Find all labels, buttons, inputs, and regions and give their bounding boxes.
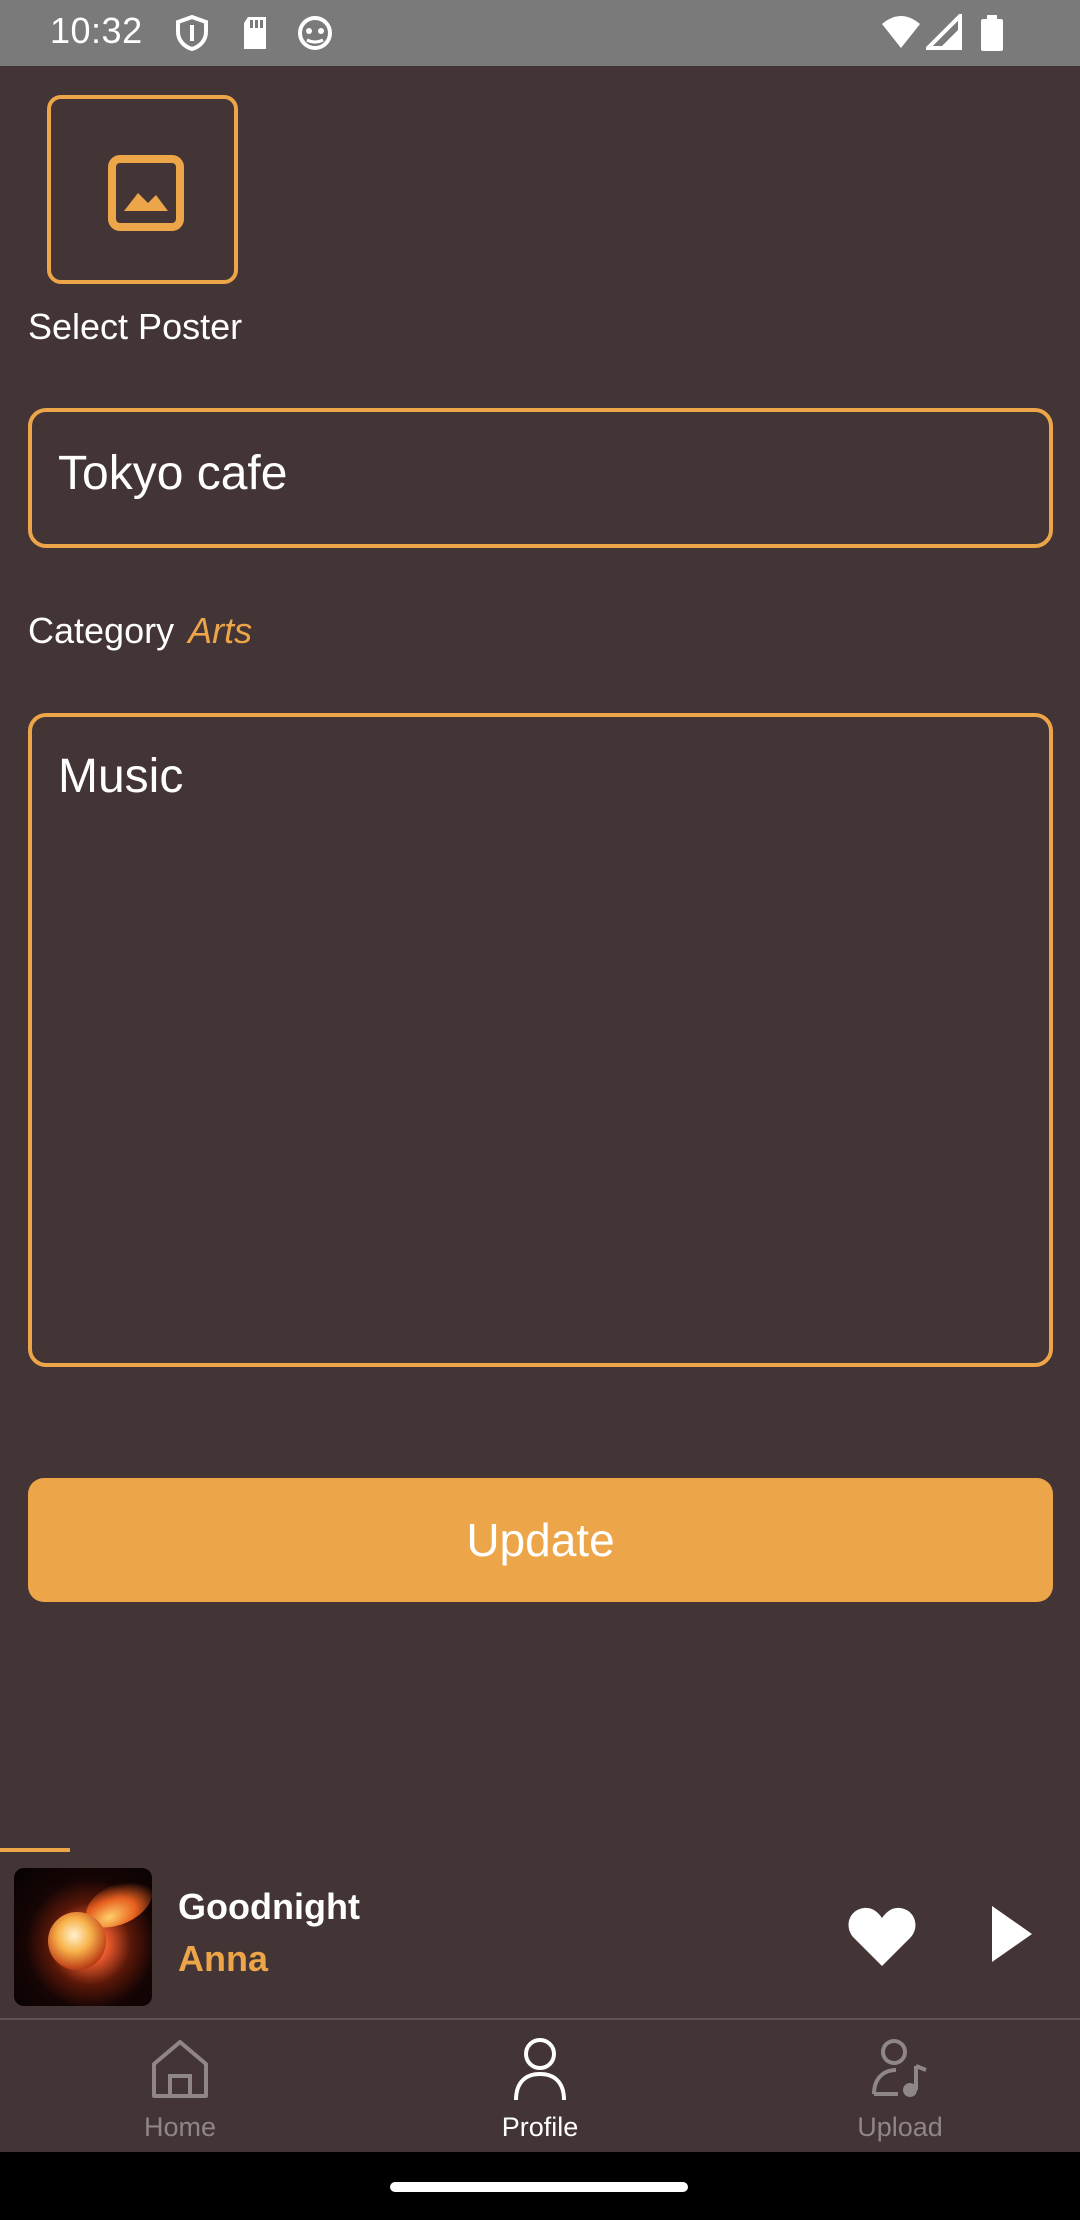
android-debug-icon	[296, 14, 334, 57]
nav-label-upload: Upload	[857, 2112, 943, 2142]
mini-player[interactable]: Goodnight Anna	[0, 1852, 1080, 2016]
nav-label-profile: Profile	[501, 2112, 579, 2142]
sd-card-icon	[240, 14, 270, 57]
signal-icon	[923, 11, 962, 55]
battery-icon	[980, 14, 1004, 57]
track-artist: Anna	[178, 1938, 268, 1979]
gesture-bar	[0, 2152, 1080, 2220]
description-input[interactable]: Music	[28, 713, 1053, 1367]
upload-icon	[872, 2039, 927, 2097]
nav-item-upload[interactable]: Upload	[720, 2020, 1080, 2152]
nav-item-home[interactable]: Home	[0, 2020, 360, 2152]
status-time: 10:32	[50, 10, 143, 51]
favorite-button[interactable]	[846, 1904, 918, 1973]
play-icon	[992, 1906, 1032, 1962]
status-bar: 10:32	[0, 0, 1080, 66]
bottom-nav: Home Profile Upload	[0, 2018, 1080, 2152]
description-input-value: Music	[58, 750, 184, 803]
category-value[interactable]: Arts	[188, 610, 252, 651]
category-row[interactable]: Category Arts	[28, 610, 252, 652]
category-label: Category	[28, 610, 175, 651]
album-art	[14, 1868, 152, 2006]
select-poster-button[interactable]	[47, 95, 238, 284]
person-icon	[514, 2038, 566, 2101]
play-button[interactable]	[988, 1904, 1034, 1969]
shield-icon	[174, 14, 210, 57]
title-input-value: Tokyo cafe	[58, 447, 288, 500]
gesture-handle[interactable]	[390, 2182, 688, 2192]
nav-item-profile[interactable]: Profile	[360, 2020, 720, 2152]
track-title: Goodnight	[178, 1886, 360, 1927]
heart-icon	[848, 1907, 916, 1966]
wifi-icon	[880, 14, 922, 55]
home-icon	[152, 2040, 208, 2098]
select-poster-label: Select Poster	[28, 306, 243, 347]
image-icon	[108, 155, 184, 231]
update-button[interactable]: Update	[28, 1478, 1053, 1602]
title-input[interactable]: Tokyo cafe	[28, 408, 1053, 548]
nav-label-home: Home	[143, 2112, 217, 2142]
